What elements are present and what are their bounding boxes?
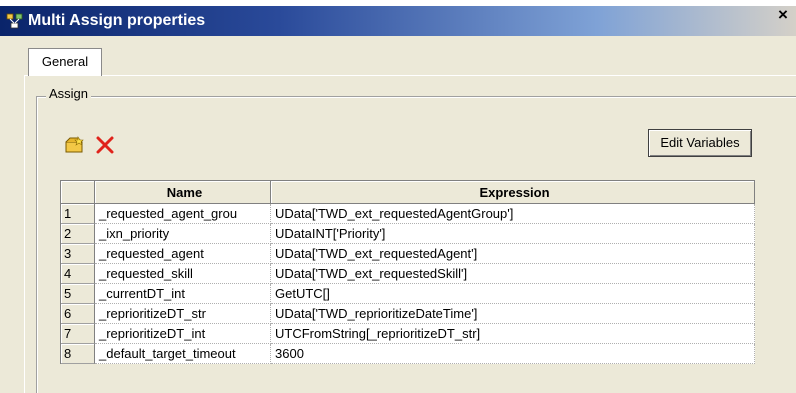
expression-cell[interactable]: UData['TWD_reprioritizeDateTime'] <box>271 304 755 324</box>
tree-properties-icon <box>6 13 24 29</box>
grid-header: Name Expression <box>61 181 755 204</box>
column-header-expression[interactable]: Expression <box>271 181 755 204</box>
variable-name-cell[interactable]: _reprioritizeDT_str <box>95 304 271 324</box>
tab-general[interactable]: General <box>28 48 102 76</box>
table-row[interactable]: 1 _requested_agent_grou UData['TWD_ext_r… <box>61 204 755 224</box>
expression-cell[interactable]: UData['TWD_ext_requestedAgent'] <box>271 244 755 264</box>
variable-name-cell[interactable]: _requested_agent_grou <box>95 204 271 224</box>
row-number: 4 <box>61 264 95 284</box>
assign-group-label: Assign <box>46 86 92 101</box>
row-number: 8 <box>61 344 95 364</box>
column-header-name[interactable]: Name <box>95 181 271 204</box>
table-row[interactable]: 3 _requested_agent UData['TWD_ext_reques… <box>61 244 755 264</box>
expression-cell[interactable]: UDataINT['Priority'] <box>271 224 755 244</box>
expression-cell[interactable]: UTCFromString[_reprioritizeDT_str] <box>271 324 755 344</box>
variable-name-cell[interactable]: _currentDT_int <box>95 284 271 304</box>
row-number: 3 <box>61 244 95 264</box>
variable-name-cell[interactable]: _ixn_priority <box>95 224 271 244</box>
table-row[interactable]: 4 _requested_skill UData['TWD_ext_reques… <box>61 264 755 284</box>
variable-name-cell[interactable]: _requested_skill <box>95 264 271 284</box>
window-title: Multi Assign properties <box>28 12 206 29</box>
row-number: 5 <box>61 284 95 304</box>
table-row[interactable]: 5 _currentDT_int GetUTC[] <box>61 284 755 304</box>
row-number: 1 <box>61 204 95 224</box>
variable-name-cell[interactable]: _requested_agent <box>95 244 271 264</box>
delete-icon[interactable] <box>94 134 116 156</box>
title-bar: Multi Assign properties <box>0 6 796 36</box>
variable-name-cell[interactable]: _reprioritizeDT_int <box>95 324 271 344</box>
row-number: 6 <box>61 304 95 324</box>
variables-grid: Name Expression 1 _requested_agent_grou … <box>60 180 755 364</box>
row-number-header <box>61 181 95 204</box>
row-number: 2 <box>61 224 95 244</box>
variable-name-cell[interactable]: _default_target_timeout <box>95 344 271 364</box>
row-number: 7 <box>61 324 95 344</box>
close-button[interactable]: × <box>774 6 792 24</box>
table-row[interactable]: 6 _reprioritizeDT_str UData['TWD_reprior… <box>61 304 755 324</box>
expression-cell[interactable]: UData['TWD_ext_requestedSkill'] <box>271 264 755 284</box>
expression-cell[interactable]: GetUTC[] <box>271 284 755 304</box>
table-row[interactable]: 7 _reprioritizeDT_int UTCFromString[_rep… <box>61 324 755 344</box>
table-row[interactable]: 8 _default_target_timeout 3600 <box>61 344 755 364</box>
expression-cell[interactable]: 3600 <box>271 344 755 364</box>
edit-variables-button[interactable]: Edit Variables <box>648 129 752 157</box>
expression-cell[interactable]: UData['TWD_ext_requestedAgentGroup'] <box>271 204 755 224</box>
table-row[interactable]: 2 _ixn_priority UDataINT['Priority'] <box>61 224 755 244</box>
add-variable-icon[interactable] <box>64 136 86 154</box>
